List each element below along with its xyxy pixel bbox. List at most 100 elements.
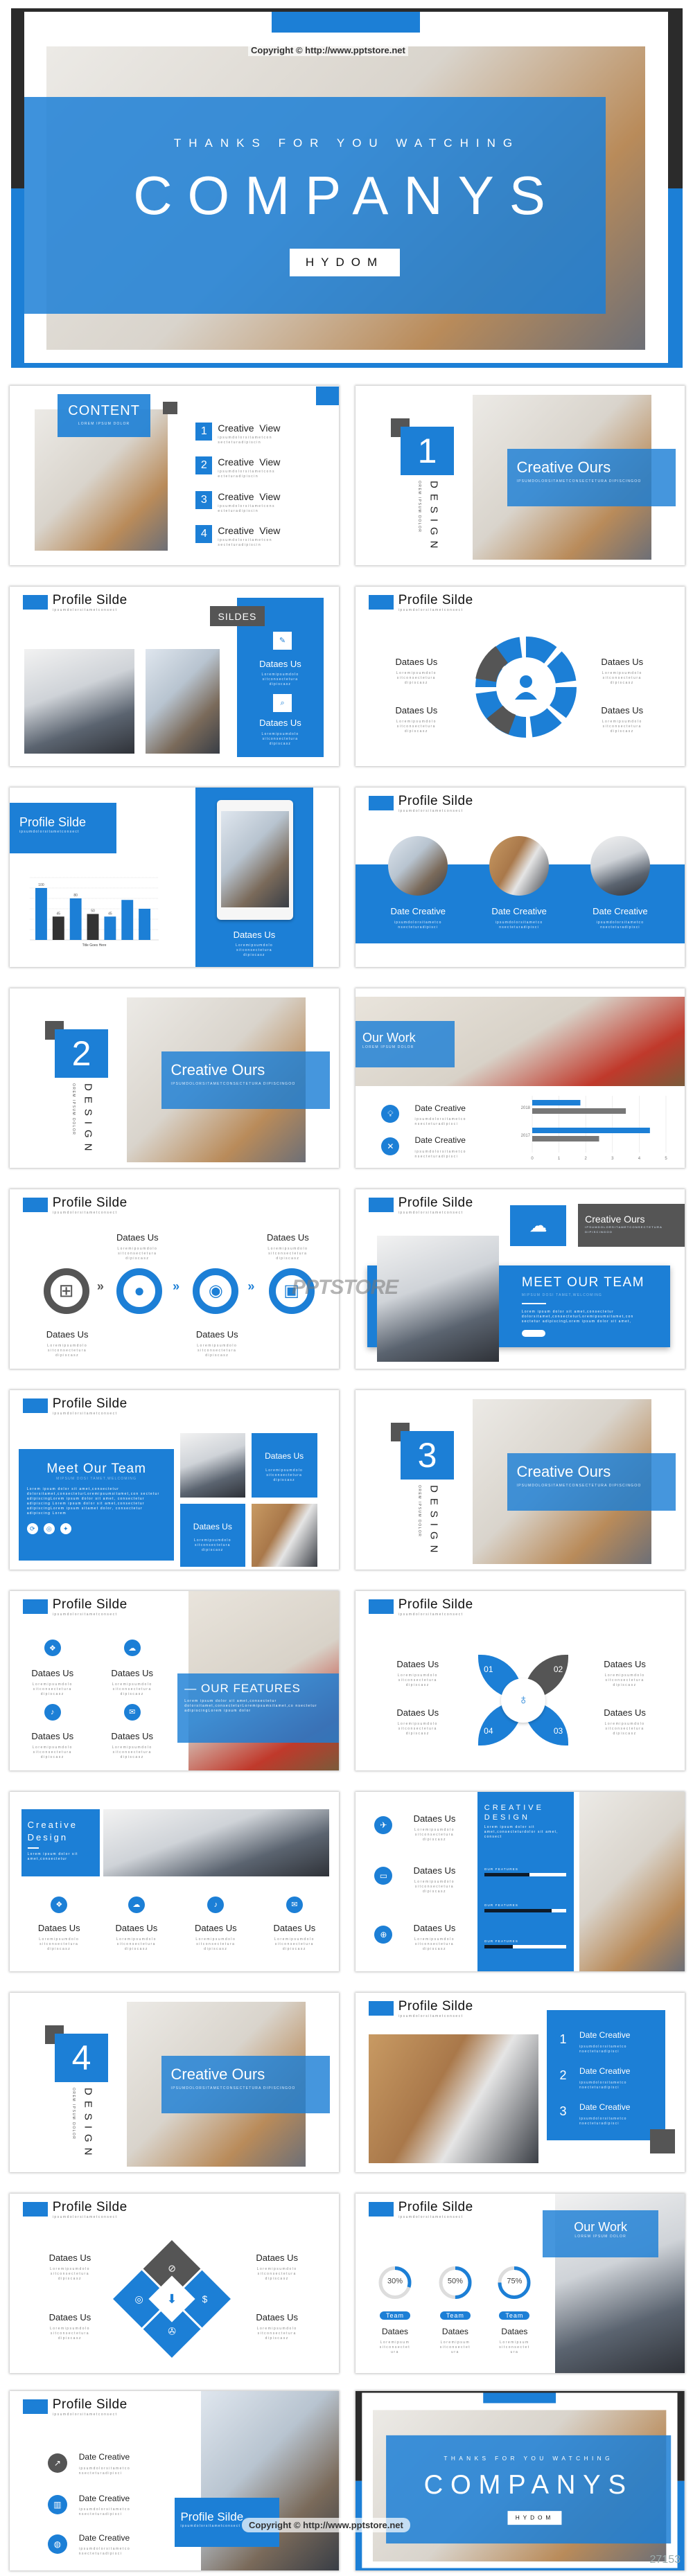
slide-platform-process[interactable]: Profile Silde ipsumdolorsitametconsect ⊞… <box>10 1189 339 1369</box>
date-desc: ipsumdolorsitametco nsecteturadipisci <box>414 1150 466 1160</box>
dataes-label: Dataes Us <box>265 1451 304 1462</box>
slide-donut-stats[interactable]: Profile Silde ipsumdolorsitametconsect O… <box>356 2194 685 2373</box>
slide-title: Profile Silde <box>398 593 473 608</box>
dataes-label: Dataes Us <box>193 1521 232 1531</box>
header-square <box>369 1599 394 1615</box>
meet-team-title: MEET OUR TEAM <box>521 1275 645 1290</box>
chat-icon: ✉ <box>123 1703 141 1721</box>
slide-our-work-chart[interactable]: Our Work LOREM IPSUM DOLOR 💡︎ Date Creat… <box>356 988 685 1168</box>
slide-subtitle: ipsumdolorsitametconsect <box>398 608 464 613</box>
slide-profile-sildes[interactable]: Profile Silde ipsumdolorsitametconsect S… <box>10 587 339 766</box>
chart-icon: ↗ <box>47 2453 67 2473</box>
hero-title: COMPANYS <box>133 165 561 226</box>
dataes-label: Dataes Us <box>256 2253 299 2264</box>
creative-ours-sub: IPSUMDOLORSITAMETCONSECTETURA DIPISCINGO… <box>585 1225 663 1234</box>
bar-data-label: 45 <box>108 912 112 916</box>
dataes-label: Dataes Us <box>31 1731 74 1742</box>
date-creative-label: Date Creative <box>593 905 648 916</box>
dataes-desc: Loremipsumdolo sitconsectetura dipiscasz <box>602 719 642 734</box>
team-pill[interactable]: Team <box>499 2311 530 2320</box>
slide-title: Profile Silde <box>398 2200 473 2215</box>
our-work-title: Our Work <box>362 1030 416 1045</box>
creative-design-paragraph: Lorem ipsum dolor sit amet,consecteturdo… <box>484 1825 559 1839</box>
dataes-desc: Loremipsumdolo sitconsectetura dipiscasz <box>397 1673 438 1688</box>
dataes-label: Dataes Us <box>273 1923 316 1934</box>
slide-section-3[interactable]: 3 DESIGN OREM IPSUM DOLOR Creative Ours … <box>356 1390 685 1570</box>
paper-plane-icon: ✈ <box>374 1816 393 1835</box>
content-title-box: CONTENT LOREM IPSUM DOLOR <box>57 394 151 438</box>
creative-design-title: Creative Design <box>27 1820 78 1843</box>
portrait-avatar[interactable] <box>489 835 550 896</box>
x-tick-label: 4 <box>638 1157 640 1161</box>
chat-icon: ✉ <box>286 1896 303 1913</box>
slide-numbered-list[interactable]: Profile Silde ipsumdolorsitametconsect 1… <box>356 1993 685 2172</box>
slide-team-portraits[interactable]: Profile Silde ipsumdolorsitametconsect D… <box>356 788 685 967</box>
lightbulb-icon: 💡︎ <box>381 1105 400 1123</box>
features-paragraph: Lorem ipsum dolor sit amet,consectetur d… <box>184 1699 317 1714</box>
more-button[interactable] <box>521 1330 545 1338</box>
microphone-icon: ♪ <box>44 1703 61 1721</box>
slide-subtitle: ipsumdolorsitametconsect <box>398 2014 464 2019</box>
target-icon: ◎ <box>134 2293 143 2304</box>
dribbble-icon[interactable]: ◎ <box>43 1523 55 1535</box>
dataes-desc: Loremipsumdolo sitconsectetura dipiscasz <box>265 1468 304 1483</box>
dataes-label: Dataes Us <box>395 704 438 716</box>
slide-bar-chart[interactable]: Profile Silde ipsumdolorsitametconsect 1… <box>10 788 339 967</box>
our-work-box: Our Work LOREM IPSUM DOLOR <box>356 1020 455 1067</box>
team-pill[interactable]: Team <box>379 2311 411 2320</box>
creative-design-paragraph: Lorem ipsum dolor sit amet,consectetur <box>27 1852 78 1862</box>
slide-meet-our-team-banner[interactable]: Profile Silde ipsumdolorsitametconsect ☁… <box>356 1189 685 1369</box>
dataes-label: Dataes Us <box>604 1707 646 1718</box>
donut-label: Dataes <box>441 2326 468 2336</box>
bar <box>103 916 116 941</box>
portrait-avatar[interactable] <box>590 835 650 896</box>
progress-label: OUR FEATURES <box>484 1867 519 1871</box>
header-square <box>23 2399 48 2415</box>
donut-label: Dataes <box>381 2326 409 2336</box>
slide-cycle-diagram[interactable]: Profile Silde ipsumdolorsitametconsect D… <box>356 587 685 766</box>
team-pill[interactable]: Team <box>439 2311 471 2320</box>
dataes-label: Dataes Us <box>116 1232 159 1243</box>
slide-thanks-final[interactable]: THANKS FOR YOU WATCHING COMPANYS HYDOM 2… <box>356 2391 685 2570</box>
slide-title: Profile Silde <box>398 1196 473 1211</box>
section-number: 2 <box>55 1029 108 1078</box>
thanks-slide-hero: THANKS FOR YOU WATCHING COMPANYS HYDOM C… <box>11 8 683 368</box>
slide-section-4[interactable]: 4 DESIGN OREM IPSUM DOLOR Creative Ours … <box>10 1993 339 2172</box>
design-label: DESIGN <box>428 1485 440 1558</box>
dataes-label: Dataes Us <box>601 657 644 667</box>
slide-diamond-diagram[interactable]: Profile Silde ipsumdolorsitametconsect ⬇… <box>10 2194 339 2373</box>
sync-icon[interactable]: ⟳ <box>26 1523 38 1535</box>
content-sub: LOREM IPSUM DOLOR <box>78 422 130 427</box>
slide-section-2[interactable]: 2 DESIGN OREM IPSUM DOLOR Creative Ours … <box>10 988 339 1168</box>
header-square <box>23 2201 48 2217</box>
slide-title: Profile Silde <box>52 1396 128 1412</box>
dataes-desc: Loremipsumdolo sitconsectetura dipiscasz <box>117 1246 158 1261</box>
slide-subtitle: ipsumdolorsitametconsect <box>398 809 464 814</box>
progress-label: OUR FEATURES <box>484 1939 519 1943</box>
slide-our-features[interactable]: Profile Silde ipsumdolorsitametconsect ❖… <box>10 1591 339 1770</box>
feature-progress-1: OUR FEATURES <box>484 1867 566 1876</box>
dropbox-icon: ❖ <box>51 1896 68 1913</box>
slide-content[interactable]: CONTENT LOREM IPSUM DOLOR 1 Creative Vie… <box>10 386 339 565</box>
slide-creative-design-icons[interactable]: Creative Design Lorem ipsum dolor sit am… <box>10 1792 339 1971</box>
image-id: 27153 <box>649 2554 681 2566</box>
office-photo <box>146 648 220 754</box>
bar <box>532 1100 581 1106</box>
slide-meet-our-team-grid[interactable]: Profile Silde ipsumdolorsitametconsect M… <box>10 1390 339 1570</box>
creative-ours-title: Creative Ours <box>516 458 611 476</box>
top-tab <box>483 2392 556 2404</box>
bar <box>87 914 98 941</box>
slide-petal-diagram[interactable]: Profile Silde ipsumdolorsitametconsect 0… <box>356 1591 685 1770</box>
slide-creative-design-progress[interactable]: ✈ ▭ ⊕ Dataes Us Loremipsumdolo sitconsec… <box>356 1792 685 1971</box>
date-creative-label: Date Creative <box>78 2452 130 2462</box>
portrait-avatar[interactable] <box>388 835 448 896</box>
list-number: 3 <box>559 2104 567 2118</box>
twitter-icon[interactable]: ✦ <box>60 1523 71 1535</box>
aperture-icon: ✇ <box>168 2325 176 2336</box>
dataes-label: Dataes Us <box>49 2311 91 2322</box>
bar-chart: 100 45 80 50 45 Title Goes Here <box>29 878 159 948</box>
category-label: 2018 <box>520 1106 530 1110</box>
dataes-desc: Loremipsumdolo sitconsectetura dipiscasz <box>267 1246 308 1261</box>
slide-profile-list[interactable]: Profile Silde ipsumdolorsitametconsect ↗… <box>10 2391 339 2570</box>
slide-section-1[interactable]: 1 DESIGN OREM IPSUM DOLOR Creative Ours … <box>356 386 685 565</box>
